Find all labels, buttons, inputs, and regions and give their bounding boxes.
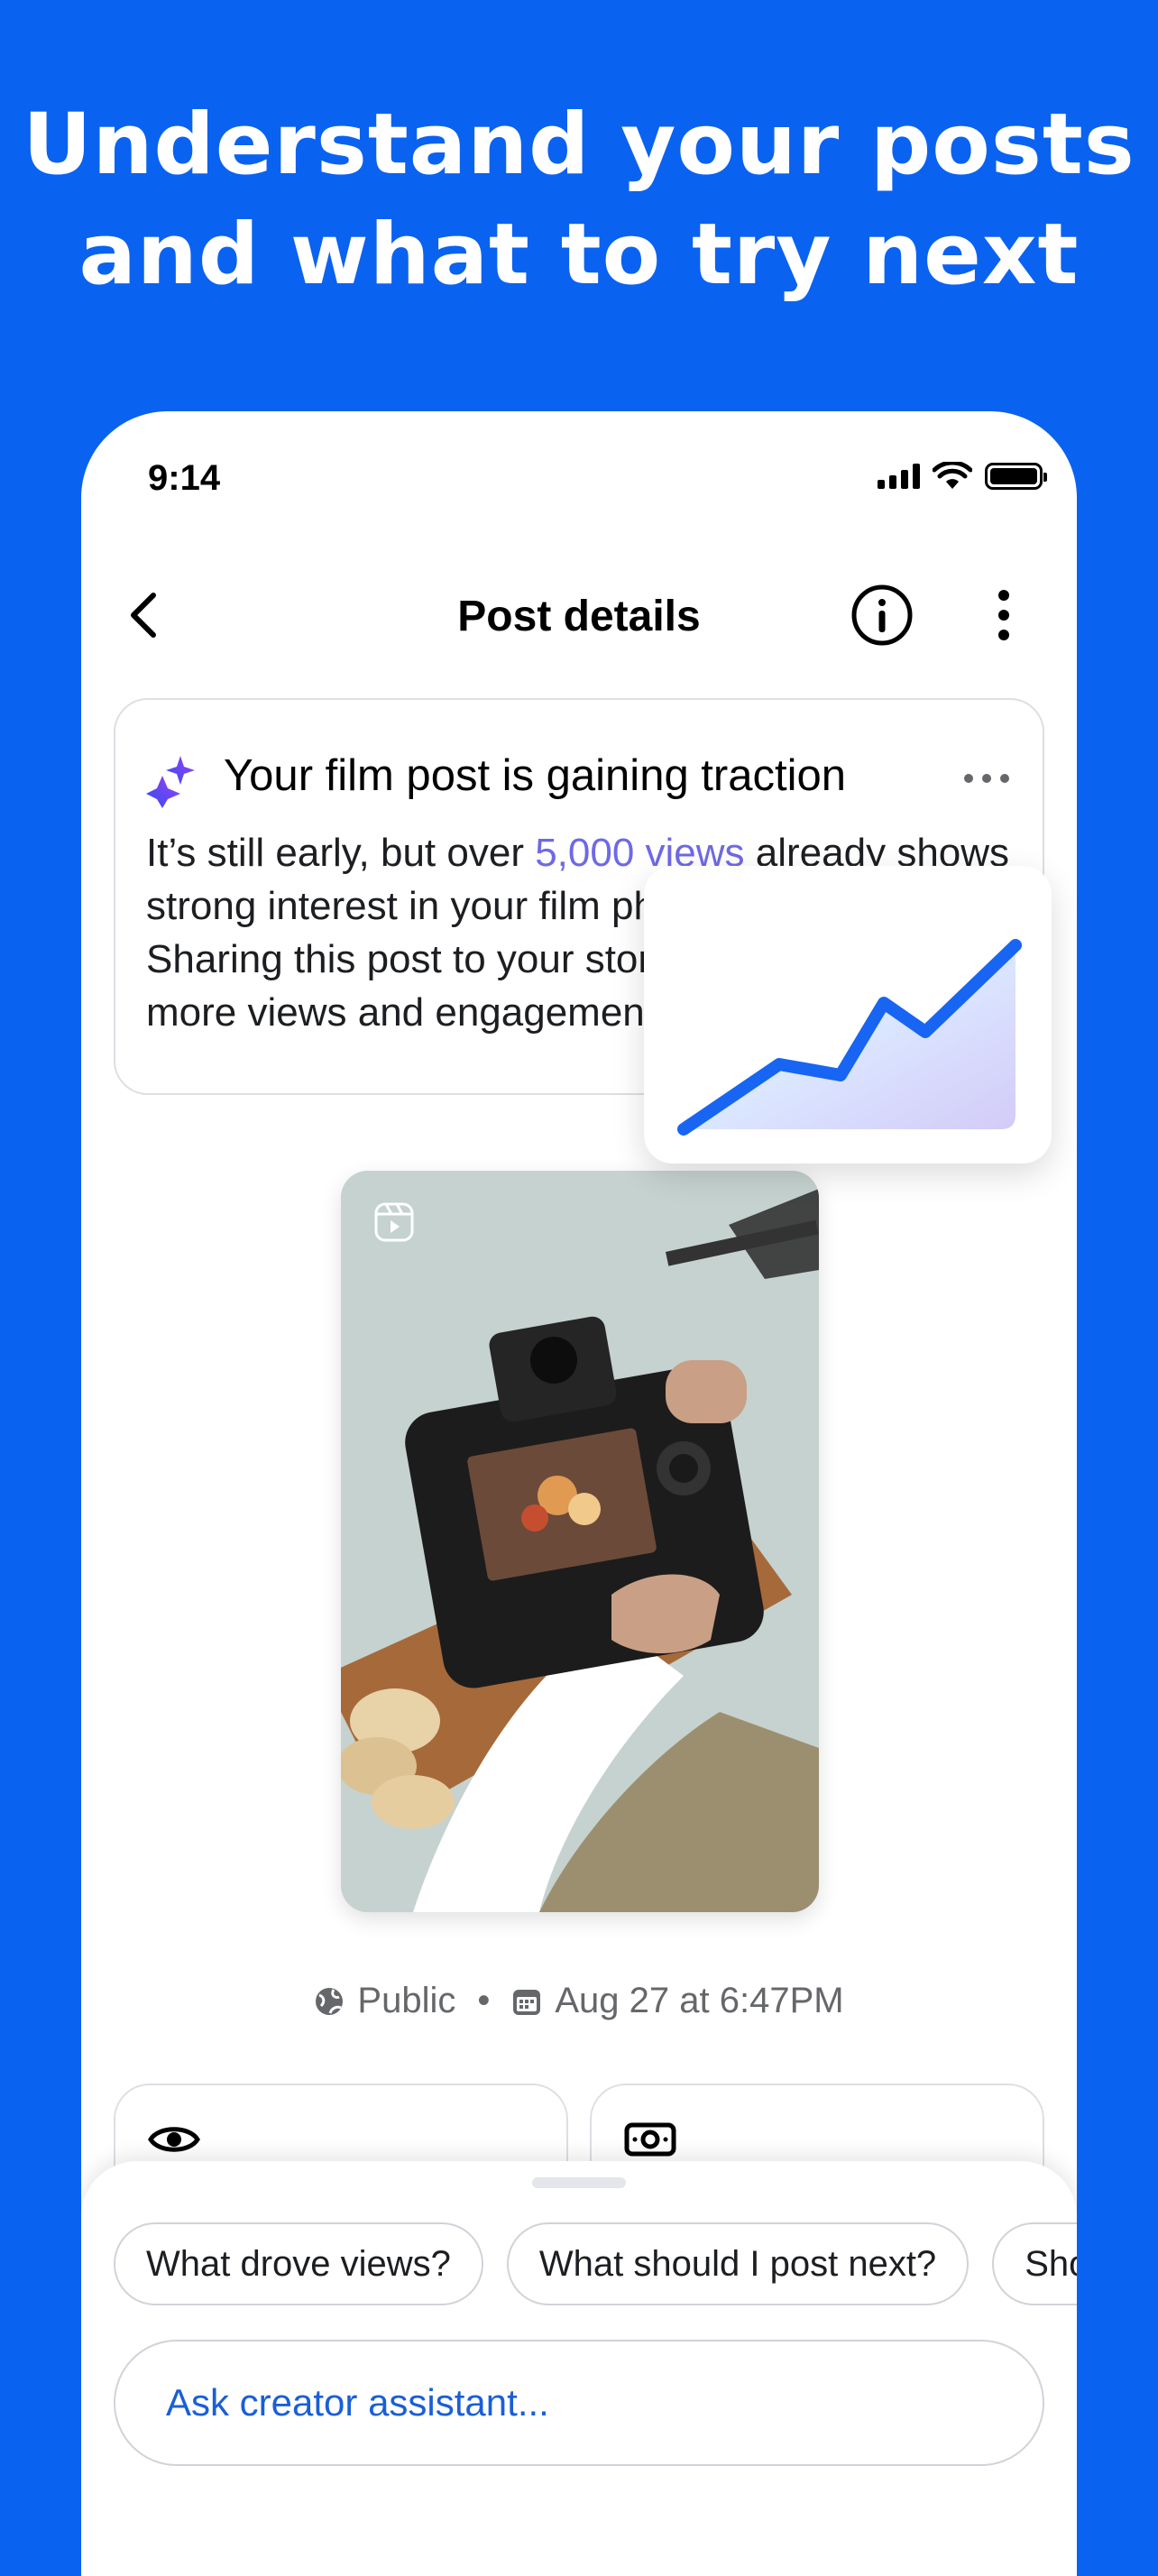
post-meta: Public • Aug 27 at 6:47PM bbox=[81, 1981, 1077, 2021]
status-time: 9:14 bbox=[148, 458, 221, 498]
insight-body-start: It’s still early, but over bbox=[146, 831, 536, 875]
more-horizontal-icon[interactable] bbox=[960, 765, 1014, 792]
globe-icon bbox=[316, 1987, 344, 2015]
eye-icon bbox=[148, 2127, 200, 2152]
sparkle-icon bbox=[146, 756, 195, 808]
ask-assistant-input[interactable]: Ask creator assistant... bbox=[114, 2340, 1044, 2466]
page-title: Post details bbox=[457, 593, 701, 640]
money-icon bbox=[624, 2122, 676, 2157]
trend-chart-icon bbox=[677, 939, 1022, 1136]
suggestion-chip-more[interactable]: Sho bbox=[992, 2222, 1077, 2305]
camera-photo-image bbox=[341, 1171, 819, 1912]
assistant-sheet: What drove views? What should I post nex… bbox=[81, 2161, 1077, 2576]
headline-line-1: Understand your posts bbox=[23, 96, 1135, 194]
signal-icon bbox=[878, 464, 920, 489]
calendar-icon bbox=[513, 1989, 541, 2015]
info-icon[interactable] bbox=[850, 583, 914, 648]
battery-icon bbox=[985, 463, 1047, 490]
suggestion-chip-next-post[interactable]: What should I post next? bbox=[506, 2222, 970, 2305]
reel-icon bbox=[374, 1202, 414, 1242]
post-date: Aug 27 at 6:47PM bbox=[555, 1981, 844, 2020]
suggestion-chips: What drove views? What should I post nex… bbox=[114, 2222, 1077, 2305]
sheet-grabber[interactable] bbox=[532, 2177, 626, 2188]
post-thumbnail[interactable] bbox=[341, 1171, 819, 1912]
trend-card bbox=[644, 866, 1052, 1164]
phone-frame: 9:14 Post details Your film post is gain… bbox=[81, 411, 1077, 2576]
nav-bar: Post details bbox=[81, 565, 1077, 664]
wifi-icon bbox=[933, 462, 972, 489]
more-vertical-icon[interactable] bbox=[979, 583, 1028, 648]
insight-title: Your film post is gaining traction bbox=[224, 751, 846, 800]
meta-separator: • bbox=[477, 1981, 491, 2020]
headline-line-2: and what to try next bbox=[78, 206, 1080, 304]
suggestion-chip-views[interactable]: What drove views? bbox=[114, 2222, 483, 2305]
headline: Understand your posts and what to try ne… bbox=[0, 90, 1158, 310]
status-icons bbox=[878, 462, 1047, 491]
visibility-label: Public bbox=[357, 1981, 456, 2020]
